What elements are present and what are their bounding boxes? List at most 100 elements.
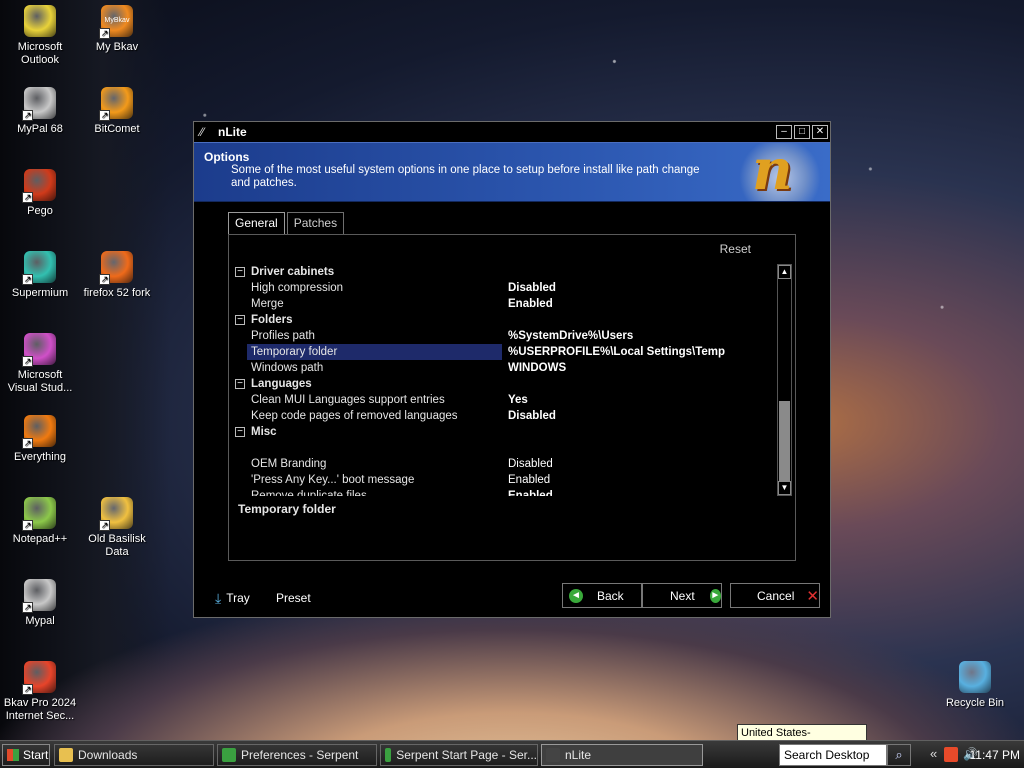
task-nlite[interactable]: nLite bbox=[541, 744, 703, 766]
shortcut-arrow-icon: ↗ bbox=[22, 520, 33, 531]
desktop-icon-label: Old Basilisk Data bbox=[88, 533, 146, 558]
desktop-icon-my-bkav[interactable]: MyBkav ↗ My Bkav bbox=[77, 5, 157, 54]
task-label: Downloads bbox=[78, 748, 138, 762]
shortcut-arrow-icon: ↗ bbox=[99, 110, 110, 121]
tray-chevron-icon[interactable]: « bbox=[930, 746, 937, 761]
desktop-icon-label: Supermium bbox=[11, 287, 69, 299]
tab-general[interactable]: General bbox=[228, 212, 285, 235]
banner-description: Some of the most useful system options i… bbox=[231, 164, 700, 189]
shortcut-arrow-icon: ↗ bbox=[22, 192, 33, 203]
property-row[interactable]: High compression Disabled bbox=[235, 280, 771, 296]
maximize-button[interactable]: □ bbox=[794, 125, 810, 139]
desktop-icon-label: My Bkav bbox=[95, 41, 139, 53]
shortcut-arrow-icon: ↗ bbox=[22, 356, 33, 367]
outlook-icon bbox=[24, 5, 56, 37]
next-button[interactable]: Next ► bbox=[642, 583, 722, 608]
property-value: Enabled bbox=[508, 490, 553, 496]
task-label: nLite bbox=[565, 748, 592, 762]
property-category[interactable]: − Languages bbox=[235, 376, 771, 392]
desktop-icon-pego[interactable]: ↗ Pego bbox=[0, 169, 80, 218]
property-value-input[interactable]: %USERPROFILE%\Local Settings\Temp bbox=[508, 344, 725, 360]
tray-label: Tray bbox=[226, 591, 250, 605]
property-row[interactable]: Remove duplicate files Enabled bbox=[235, 488, 771, 496]
desktop-icon-label: Bkav Pro 2024 Internet Sec... bbox=[3, 697, 77, 722]
old-basilisk-data-icon: ↗ bbox=[99, 497, 133, 531]
desktop-icon-bkav-pro[interactable]: ↗ Bkav Pro 2024 Internet Sec... bbox=[0, 661, 80, 723]
property-value: Disabled bbox=[508, 458, 553, 470]
desktop-icon-label: Microsoft Outlook bbox=[17, 41, 63, 66]
desktop-icon-everything[interactable]: ↗ Everything bbox=[0, 415, 80, 464]
shortcut-arrow-icon: ↗ bbox=[22, 684, 33, 695]
desktop-icon-recycle-bin[interactable]: Recycle Bin bbox=[935, 661, 1015, 710]
preset-button[interactable]: Preset bbox=[276, 588, 311, 608]
task-serpent-preferences[interactable]: Preferences - Serpent bbox=[217, 744, 377, 766]
collapse-icon[interactable]: − bbox=[235, 267, 245, 277]
search-icon[interactable]: ⌕ bbox=[887, 744, 911, 766]
collapse-icon[interactable]: − bbox=[235, 427, 245, 437]
desktop-icon-outlook[interactable]: Microsoft Outlook bbox=[0, 5, 80, 67]
desktop-icon-label: firefox 52 fork bbox=[83, 287, 151, 299]
property-value: WINDOWS bbox=[508, 362, 567, 374]
desktop-icon-visual-studio[interactable]: ↗ Microsoft Visual Stud... bbox=[0, 333, 80, 395]
property-name: Temporary folder bbox=[247, 344, 502, 360]
next-label: Next bbox=[670, 588, 695, 603]
back-button[interactable]: ◄ Back bbox=[562, 583, 642, 608]
mypal-icon: ↗ bbox=[22, 579, 56, 613]
desktop-icon-label: Notepad++ bbox=[12, 533, 68, 545]
category-label: Folders bbox=[251, 314, 293, 326]
property-grid-scrollbar[interactable]: ▲ ▼ bbox=[777, 264, 792, 496]
property-category[interactable]: − Misc bbox=[235, 424, 771, 440]
property-row[interactable]: Temporary folder %USERPROFILE%\Local Sett… bbox=[235, 344, 771, 360]
desktop-icon-notepad-plus-plus[interactable]: ↗ Notepad++ bbox=[0, 497, 80, 546]
desktop-icon-bitcomet[interactable]: ↗ BitComet bbox=[77, 87, 157, 136]
desktop-icon-firefox-52-fork[interactable]: ↗ firefox 52 fork bbox=[77, 251, 157, 300]
tab-patches[interactable]: Patches bbox=[286, 212, 345, 234]
task-downloads[interactable]: Downloads bbox=[54, 744, 214, 766]
next-arrow-icon: ► bbox=[709, 588, 721, 603]
cancel-button[interactable]: Cancel ✕ bbox=[730, 583, 820, 608]
scroll-thumb[interactable] bbox=[779, 401, 790, 481]
property-row[interactable]: OEM Branding Disabled bbox=[235, 456, 771, 472]
pego-icon: ↗ bbox=[22, 169, 56, 203]
shortcut-arrow-icon: ↗ bbox=[99, 520, 110, 531]
property-row[interactable]: Keep code pages of removed languages Disa… bbox=[235, 408, 771, 424]
desktop-icon-supermium[interactable]: ↗ Supermium bbox=[0, 251, 80, 300]
cancel-x-icon: ✕ bbox=[806, 587, 819, 605]
property-row[interactable]: Windows path WINDOWS bbox=[235, 360, 771, 376]
reset-button[interactable]: Reset bbox=[720, 242, 751, 256]
property-category[interactable]: − Driver cabinets bbox=[235, 264, 771, 280]
window-title: nLite bbox=[218, 125, 247, 139]
property-category[interactable]: − Folders bbox=[235, 312, 771, 328]
property-row[interactable]: Clean MUI Languages support entries Yes bbox=[235, 392, 771, 408]
desktop-icon-mypal[interactable]: ↗ Mypal bbox=[0, 579, 80, 628]
scroll-up-icon[interactable]: ▲ bbox=[778, 265, 791, 279]
tray-button[interactable]: ⤓ Tray bbox=[215, 588, 250, 608]
property-name: 'Press Any Key...' boot message bbox=[251, 474, 415, 486]
property-name: Merge bbox=[251, 298, 284, 310]
bkav-tray-icon[interactable] bbox=[944, 747, 958, 762]
scroll-down-icon[interactable]: ▼ bbox=[778, 481, 791, 495]
notepad-plus-plus-icon: ↗ bbox=[22, 497, 56, 531]
property-row[interactable] bbox=[235, 440, 771, 456]
close-button[interactable]: ✕ bbox=[812, 125, 828, 139]
property-row[interactable]: Profiles path %SystemDrive%\Users bbox=[235, 328, 771, 344]
start-button[interactable]: Start bbox=[2, 744, 50, 766]
property-row[interactable]: Merge Enabled bbox=[235, 296, 771, 312]
property-name: Clean MUI Languages support entries bbox=[251, 394, 445, 406]
options-tabs: General Patches bbox=[228, 212, 346, 235]
property-name: Profiles path bbox=[251, 330, 315, 342]
title-bar[interactable]: ⁄⁄ nLite – □ ✕ bbox=[194, 122, 830, 142]
search-desktop-input[interactable]: Search Desktop bbox=[779, 744, 887, 766]
back-label: Back bbox=[597, 588, 624, 603]
desktop-icon-mypal-68[interactable]: ↗ MyPal 68 bbox=[0, 87, 80, 136]
taskbar: Start Downloads Preferences - Serpent Se… bbox=[0, 740, 1024, 768]
clock[interactable]: 11:47 PM bbox=[968, 748, 1020, 762]
back-arrow-icon: ◄ bbox=[569, 588, 583, 603]
property-name: Keep code pages of removed languages bbox=[251, 410, 458, 422]
collapse-icon[interactable]: − bbox=[235, 379, 245, 389]
property-row[interactable]: 'Press Any Key...' boot message Enabled bbox=[235, 472, 771, 488]
desktop-icon-old-basilisk-data[interactable]: ↗ Old Basilisk Data bbox=[77, 497, 157, 559]
task-serpent-start-page[interactable]: Serpent Start Page - Ser... bbox=[380, 744, 538, 766]
my-bkav-badge: MyBkav bbox=[104, 17, 130, 24]
collapse-icon[interactable]: − bbox=[235, 315, 245, 325]
